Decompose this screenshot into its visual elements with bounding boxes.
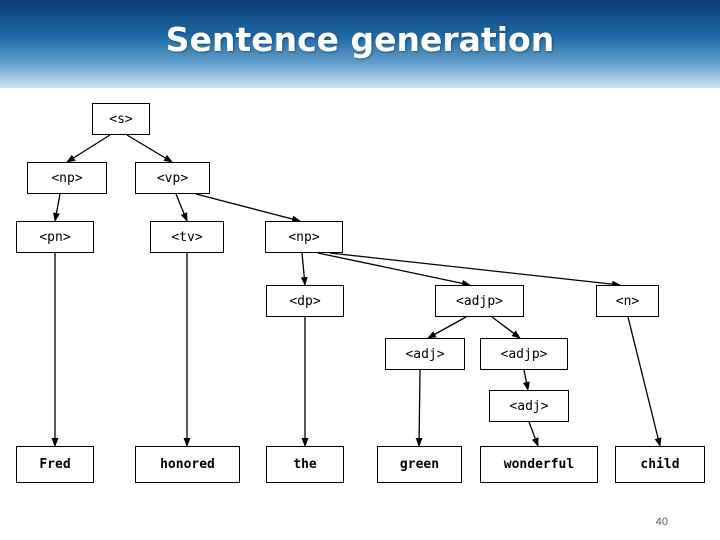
nonterminal-node: <dp>: [266, 285, 344, 317]
nonterminal-node: <np>: [27, 162, 107, 194]
nonterminal-node: <pn>: [16, 221, 94, 253]
tree-edge: [53, 193, 61, 222]
slide-page: Sentence generation <s> <np> <vp> <pn> <tv> <…: [0, 0, 720, 540]
tree-edge: [627, 316, 662, 447]
terminal-node: child: [615, 446, 705, 483]
nonterminal-node: <np>: [265, 221, 343, 253]
tree-edge: [522, 369, 530, 391]
terminal-node: the: [266, 446, 344, 483]
nonterminal-node: <adj>: [489, 390, 569, 422]
tree-edge: [427, 316, 467, 339]
nonterminal-node: <vp>: [135, 162, 210, 194]
tree-edge: [491, 316, 521, 339]
tree-edge: [329, 252, 621, 288]
tree-edge: [66, 134, 111, 163]
nonterminal-node: <s>: [92, 103, 150, 135]
slide-header-banner: Sentence generation: [0, 0, 720, 90]
tree-edge: [175, 193, 188, 222]
terminal-node: Fred: [16, 446, 94, 483]
nonterminal-node: <tv>: [150, 221, 224, 253]
terminal-node: honored: [135, 446, 240, 483]
tree-edge: [300, 252, 308, 286]
tree-edge: [317, 252, 471, 287]
terminal-node: wonderful: [480, 446, 598, 483]
nonterminal-node: <adjp>: [480, 338, 568, 370]
terminal-node: green: [377, 446, 462, 483]
page-title: Sentence generation: [165, 20, 555, 59]
parse-tree-diagram: <s> <np> <vp> <pn> <tv> <np> <dp> <adjp> <n> <adj…: [0, 88, 720, 518]
nonterminal-node: <adjp>: [435, 285, 524, 317]
tree-edge: [415, 369, 423, 447]
tree-edge: [195, 193, 301, 223]
tree-edge: [528, 421, 539, 447]
tree-edge: [126, 134, 173, 163]
nonterminal-node: <adj>: [385, 338, 465, 370]
nonterminal-node: <n>: [596, 285, 659, 317]
